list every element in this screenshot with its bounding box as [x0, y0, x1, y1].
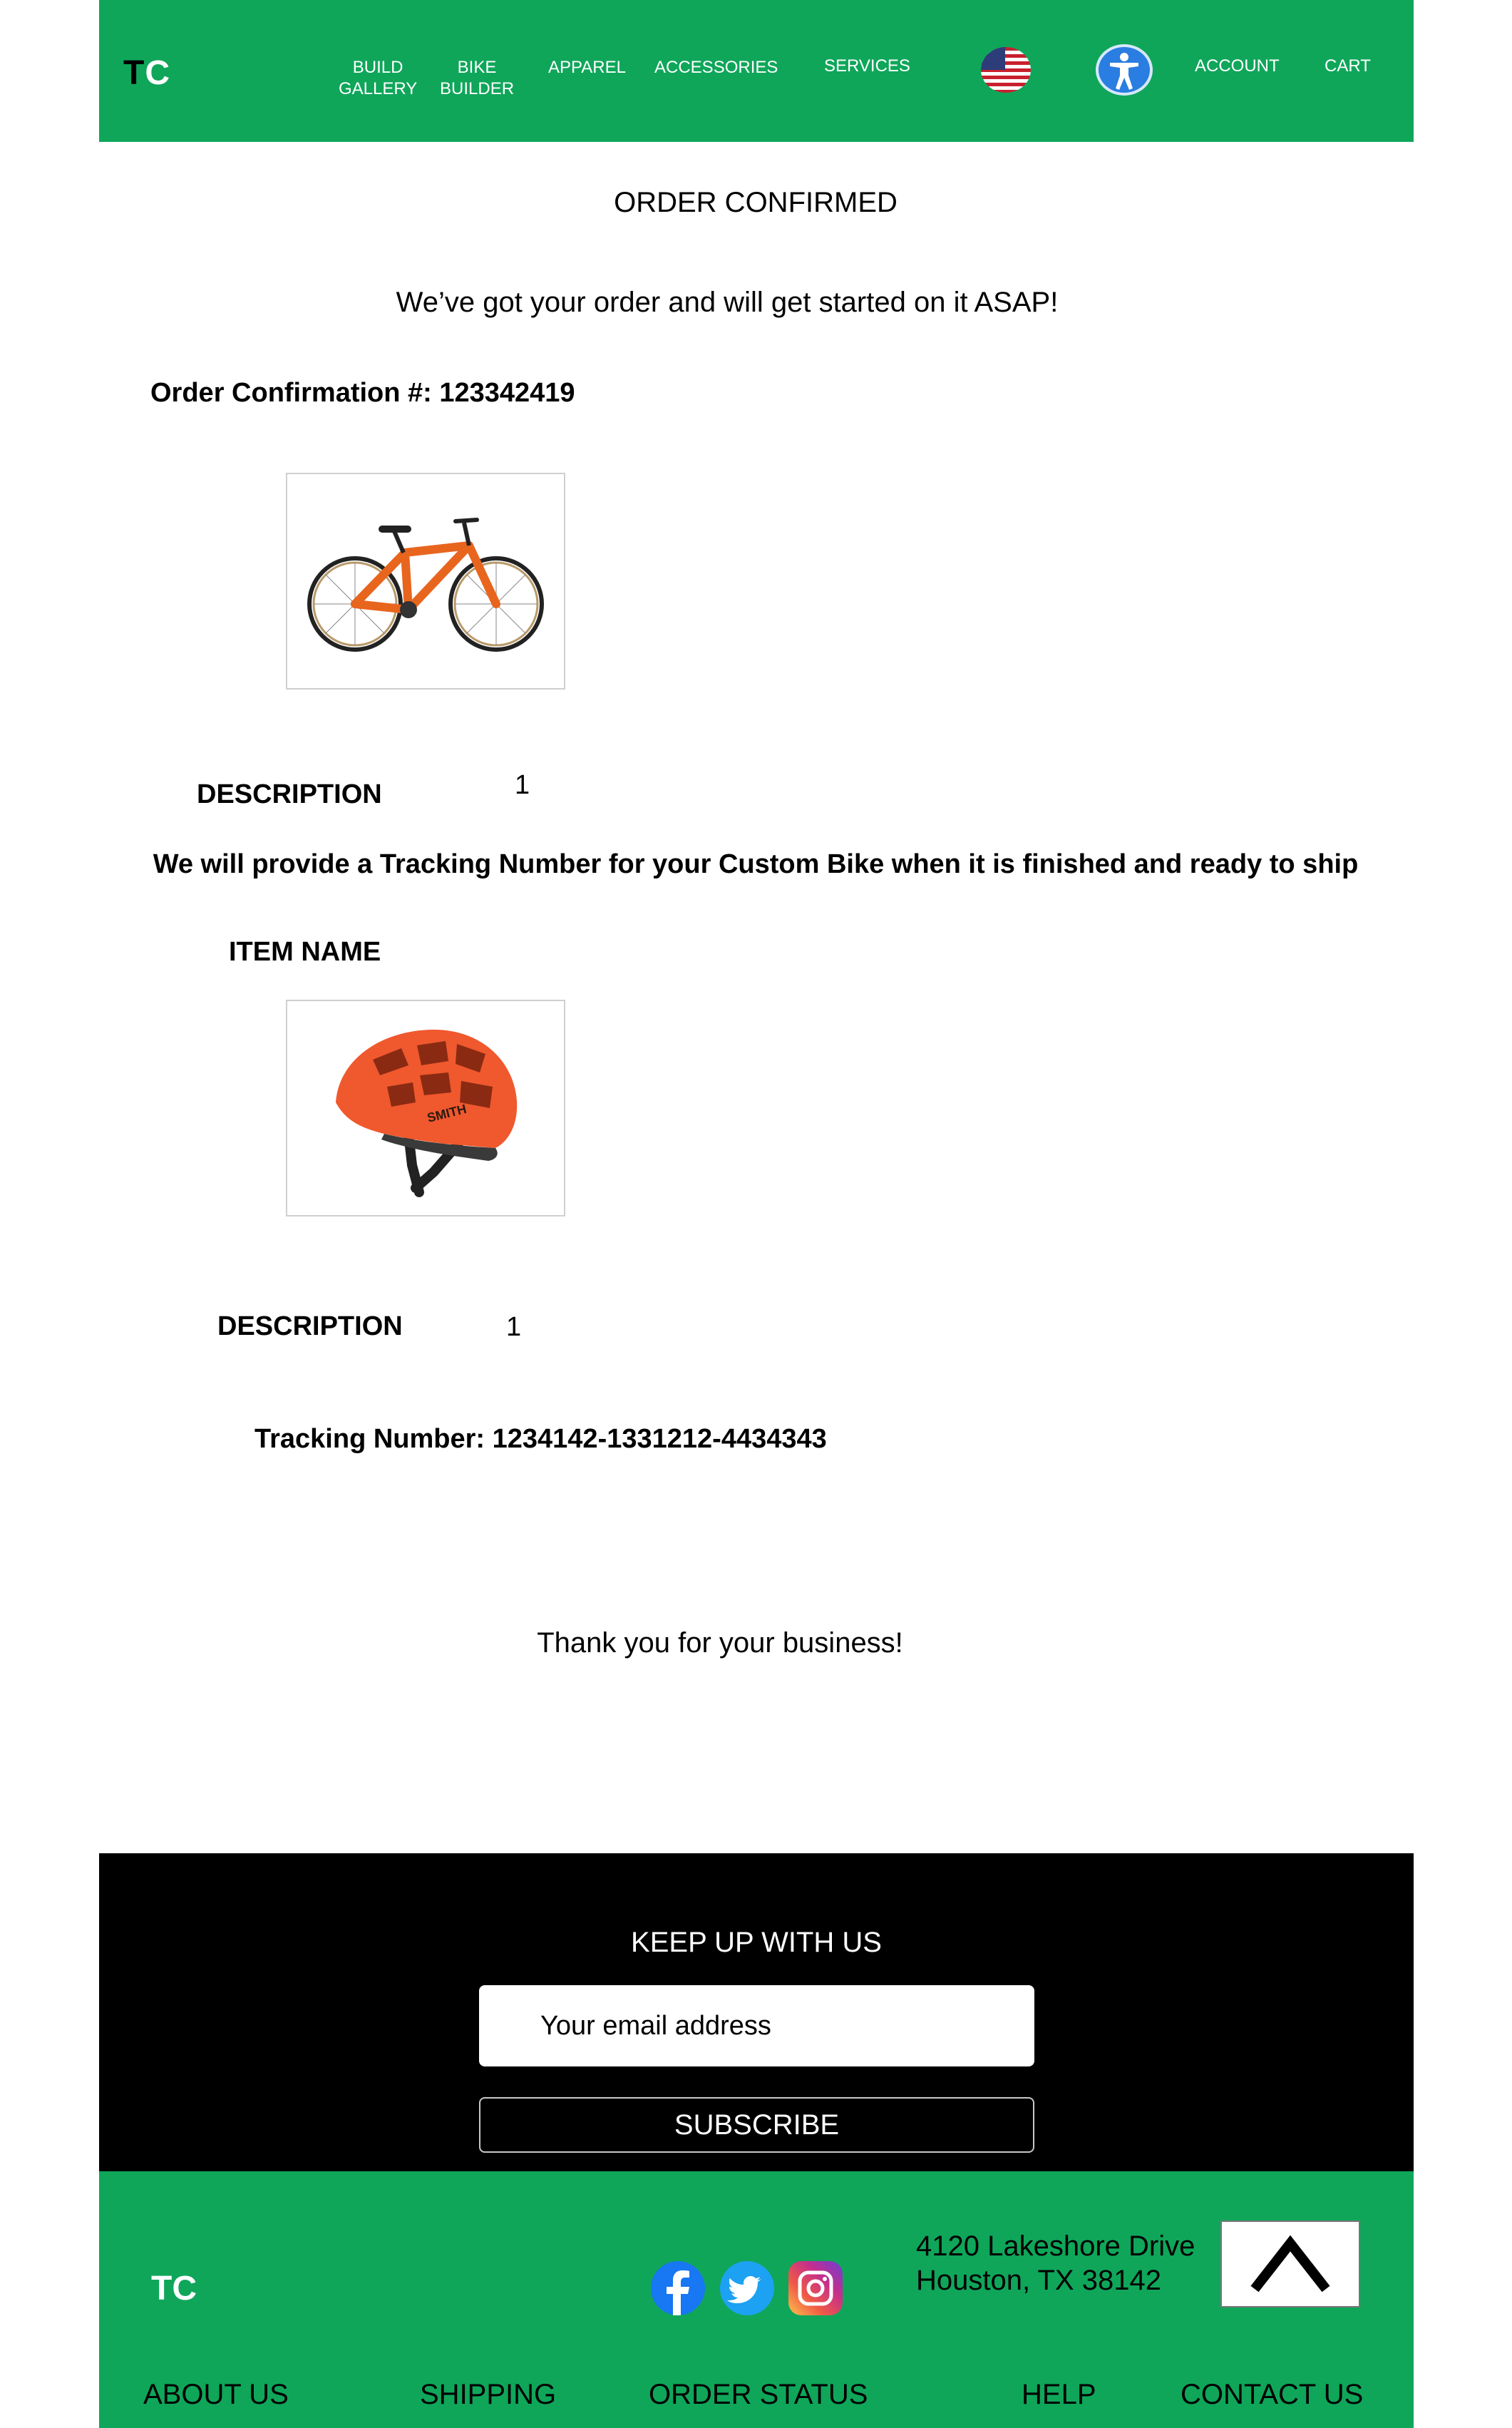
helmet-image: SMITH: [286, 1000, 565, 1216]
newsletter-title: KEEP UP WITH US: [631, 1927, 882, 1958]
nav-apparel[interactable]: APPAREL: [548, 57, 626, 78]
tracking-number: Tracking Number: 1234142-1331212-4434343: [254, 1424, 827, 1454]
chevron-up-icon: [1250, 2235, 1330, 2293]
facebook-glyph: [667, 2270, 689, 2315]
nav-bike-builder-line1: BIKE: [457, 58, 497, 77]
us-flag-icon[interactable]: [981, 47, 1031, 93]
item1-description-label: DESCRIPTION: [197, 779, 382, 809]
facebook-icon[interactable]: [651, 2261, 705, 2315]
bike-illustration: [307, 518, 544, 652]
logo-letter-t: T: [123, 54, 145, 92]
instagram-glyph: [798, 2270, 833, 2306]
nav-bike-builder[interactable]: BIKE BUILDER: [440, 57, 514, 100]
footer-address: 4120 Lakeshore Drive Houston, TX 38142: [916, 2229, 1195, 2298]
order-subtitle: We’ve got your order and will get starte…: [396, 287, 1059, 318]
footer-link-order-status[interactable]: ORDER STATUS: [649, 2379, 868, 2411]
footer-link-help[interactable]: HELP: [1022, 2379, 1096, 2411]
email-input[interactable]: [479, 1985, 1034, 2066]
item2-quantity: 1: [506, 1312, 522, 1342]
bike-image: [286, 473, 565, 690]
twitter-icon[interactable]: [720, 2261, 774, 2315]
nav-cart[interactable]: CART: [1325, 56, 1371, 77]
order-confirmation-number: Order Confirmation #: 123342419: [150, 378, 575, 408]
footer-link-shipping[interactable]: SHIPPING: [420, 2379, 556, 2411]
subscribe-button[interactable]: SUBSCRIBE: [479, 2097, 1034, 2153]
helmet-illustration: SMITH: [336, 1030, 518, 1197]
nav-build-gallery[interactable]: BUILD GALLERY: [339, 57, 417, 100]
instagram-icon[interactable]: [788, 2261, 843, 2315]
site-header: TC BUILD GALLERY BIKE BUILDER APPAREL AC…: [99, 0, 1414, 142]
nav-build-gallery-line1: BUILD: [352, 58, 403, 77]
item2-name-label: ITEM NAME: [229, 937, 381, 967]
address-line2: Houston, TX 38142: [916, 2265, 1161, 2296]
accessibility-icon[interactable]: [1096, 44, 1153, 96]
tracking-note: We will provide a Tracking Number for yo…: [153, 849, 1359, 879]
nav-bike-builder-line2: BUILDER: [440, 79, 515, 98]
footer-logo[interactable]: TC: [151, 2269, 197, 2308]
footer-link-contact-us[interactable]: CONTACT US: [1181, 2379, 1363, 2411]
twitter-glyph: [727, 2276, 761, 2303]
logo-letter-c: C: [145, 54, 170, 92]
item1-quantity: 1: [515, 770, 530, 800]
flag-canton: [981, 47, 1005, 70]
nav-build-gallery-line2: GALLERY: [339, 79, 418, 98]
nav-accessories[interactable]: ACCESSORIES: [654, 57, 778, 78]
accessibility-figure: [1110, 53, 1138, 90]
site-logo[interactable]: TC: [123, 53, 170, 93]
item2-description-label: DESCRIPTION: [217, 1311, 403, 1341]
footer-link-about-us[interactable]: ABOUT US: [143, 2379, 289, 2411]
thank-you-message: Thank you for your business!: [537, 1627, 903, 1659]
nav-account[interactable]: ACCOUNT: [1195, 56, 1280, 77]
address-line1: 4120 Lakeshore Drive: [916, 2230, 1195, 2262]
back-to-top-button[interactable]: [1220, 2220, 1360, 2307]
nav-services[interactable]: SERVICES: [824, 56, 910, 77]
page-title: ORDER CONFIRMED: [614, 187, 898, 218]
